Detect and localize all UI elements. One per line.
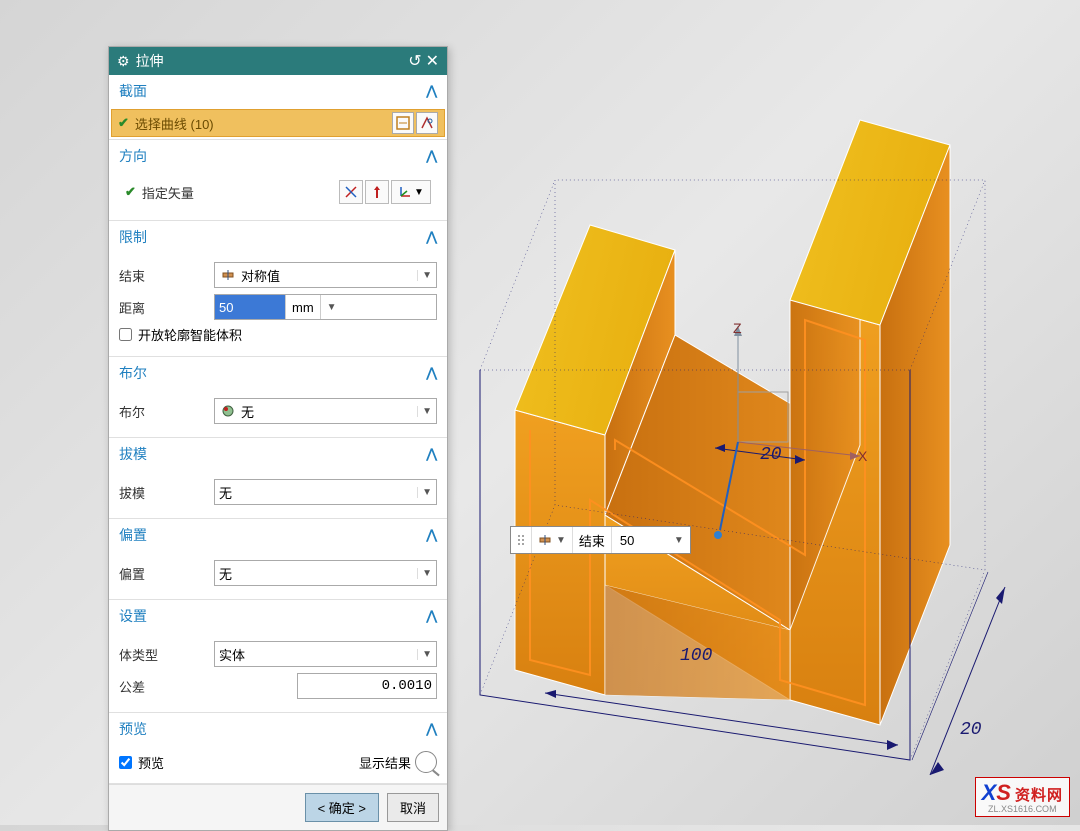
curve-filter-icon[interactable] (416, 112, 438, 134)
vector-csys-dropdown[interactable]: ▼ (391, 180, 431, 204)
section-header-offset[interactable]: 偏置 ⋀ (109, 519, 447, 551)
section-offset: 偏置 ⋀ 偏置 无 ▼ (109, 519, 447, 600)
specify-vector-row: ✔ 指定矢量 ▼ (119, 176, 437, 212)
body-type-dropdown[interactable]: 实体 ▼ (214, 641, 437, 667)
preview-checkbox[interactable] (119, 756, 132, 769)
cancel-button[interactable]: 取消 (387, 793, 439, 822)
section-boolean: 布尔 ⋀ 布尔 无 ▼ (109, 357, 447, 438)
open-profile-row: 开放轮廓智能体积 (119, 325, 437, 344)
floating-end-panel[interactable]: ▼ 结束 ▼ (510, 526, 691, 554)
draft-label: 拔模 (119, 483, 214, 502)
distance-label: 距离 (119, 298, 214, 317)
offset-label: 偏置 (119, 564, 214, 583)
section-header-boolean[interactable]: 布尔 ⋀ (109, 357, 447, 389)
show-result-label: 显示结果 (359, 753, 411, 772)
section-header-direction[interactable]: 方向 ⋀ (109, 140, 447, 172)
magnifier-icon[interactable] (415, 751, 437, 773)
chevron-up-icon: ⋀ (426, 148, 437, 164)
chevron-up-icon: ⋀ (426, 365, 437, 381)
close-icon[interactable]: ✕ (426, 51, 439, 71)
chevron-up-icon: ⋀ (426, 527, 437, 543)
float-end-label: 结束 (573, 527, 612, 553)
end-type-dropdown[interactable]: 对称值 ▼ (214, 262, 437, 288)
gear-icon: ⚙ (117, 53, 130, 70)
reset-icon[interactable]: ↺ (408, 51, 421, 71)
body-type-label: 体类型 (119, 645, 214, 664)
dimension-20a: 20 (760, 445, 782, 465)
open-profile-checkbox[interactable] (119, 328, 132, 341)
ok-button[interactable]: < 确定 > (305, 793, 379, 822)
chevron-up-icon: ⋀ (426, 721, 437, 737)
boolean-dropdown[interactable]: 无 ▼ (214, 398, 437, 424)
chevron-up-icon: ⋀ (426, 446, 437, 462)
chevron-up-icon: ⋀ (426, 83, 437, 99)
unit-dropdown-icon[interactable]: ▼ (320, 295, 343, 319)
chevron-up-icon: ⋀ (426, 608, 437, 624)
extrude-dialog: ⚙ 拉伸 ↺ ✕ 截面 ⋀ ✔ 选择曲线 (10) 方向 ⋀ (108, 46, 448, 831)
sketch-icon[interactable] (392, 112, 414, 134)
section-direction: 方向 ⋀ ✔ 指定矢量 ▼ (109, 140, 447, 221)
axis-x-label: X (858, 448, 867, 464)
section-settings: 设置 ⋀ 体类型 实体 ▼ 公差 (109, 600, 447, 713)
checkmark-icon: ✔ (125, 184, 136, 200)
dialog-button-bar: < 确定 > 取消 (109, 784, 447, 830)
draft-dropdown[interactable]: 无 ▼ (214, 479, 437, 505)
section-header-limits[interactable]: 限制 ⋀ (109, 221, 447, 253)
dialog-titlebar[interactable]: ⚙ 拉伸 ↺ ✕ (109, 47, 447, 75)
reverse-vector-icon[interactable] (339, 180, 363, 204)
distance-input[interactable] (215, 295, 285, 319)
select-curve-row[interactable]: ✔ 选择曲线 (10) (111, 109, 445, 137)
section-profile: 截面 ⋀ ✔ 选择曲线 (10) (109, 75, 447, 140)
preview-checkbox-label: 预览 (138, 753, 164, 772)
chevron-down-icon: ▼ (417, 406, 432, 417)
section-header-draft[interactable]: 拔模 ⋀ (109, 438, 447, 470)
chevron-down-icon: ▼ (417, 487, 432, 498)
float-end-dropdown-icon[interactable]: ▼ (674, 535, 684, 546)
chevron-down-icon: ▼ (417, 568, 432, 579)
offset-dropdown[interactable]: 无 ▼ (214, 560, 437, 586)
checkmark-icon: ✔ (118, 115, 129, 131)
dialog-title: 拉伸 (136, 51, 164, 71)
chevron-down-icon: ▼ (417, 649, 432, 660)
distance-input-group: mm ▼ (214, 294, 437, 320)
chevron-up-icon: ⋀ (426, 229, 437, 245)
dimension-20b: 20 (960, 720, 982, 740)
float-end-value-cell: ▼ (612, 527, 690, 553)
section-header-preview[interactable]: 预览 ⋀ (109, 713, 447, 745)
boolean-none-icon (219, 402, 237, 420)
section-draft: 拔模 ⋀ 拔模 无 ▼ (109, 438, 447, 519)
float-handle-icon[interactable] (511, 527, 532, 553)
dimension-100: 100 (680, 646, 712, 666)
end-label: 结束 (119, 266, 214, 285)
distance-unit: mm (285, 295, 320, 319)
viewport-3d[interactable] (460, 0, 1080, 825)
boolean-label: 布尔 (119, 402, 214, 421)
symmetric-icon (219, 266, 237, 284)
float-end-type-dropdown[interactable]: ▼ (532, 527, 573, 553)
vector-axis-icon[interactable] (365, 180, 389, 204)
section-limits: 限制 ⋀ 结束 对称值 ▼ 距离 mm ▼ (109, 221, 447, 357)
open-profile-label: 开放轮廓智能体积 (138, 325, 242, 344)
tolerance-label: 公差 (119, 677, 214, 696)
tolerance-input[interactable] (297, 673, 437, 699)
float-end-input[interactable] (618, 533, 672, 548)
section-header-settings[interactable]: 设置 ⋀ (109, 600, 447, 632)
axis-z-label: Z (733, 320, 742, 336)
chevron-down-icon: ▼ (417, 270, 432, 281)
section-header-profile[interactable]: 截面 ⋀ (109, 75, 447, 107)
section-preview: 预览 ⋀ 预览 显示结果 (109, 713, 447, 784)
watermark: XS 资料网 ZL.XS1616.COM (975, 777, 1070, 817)
